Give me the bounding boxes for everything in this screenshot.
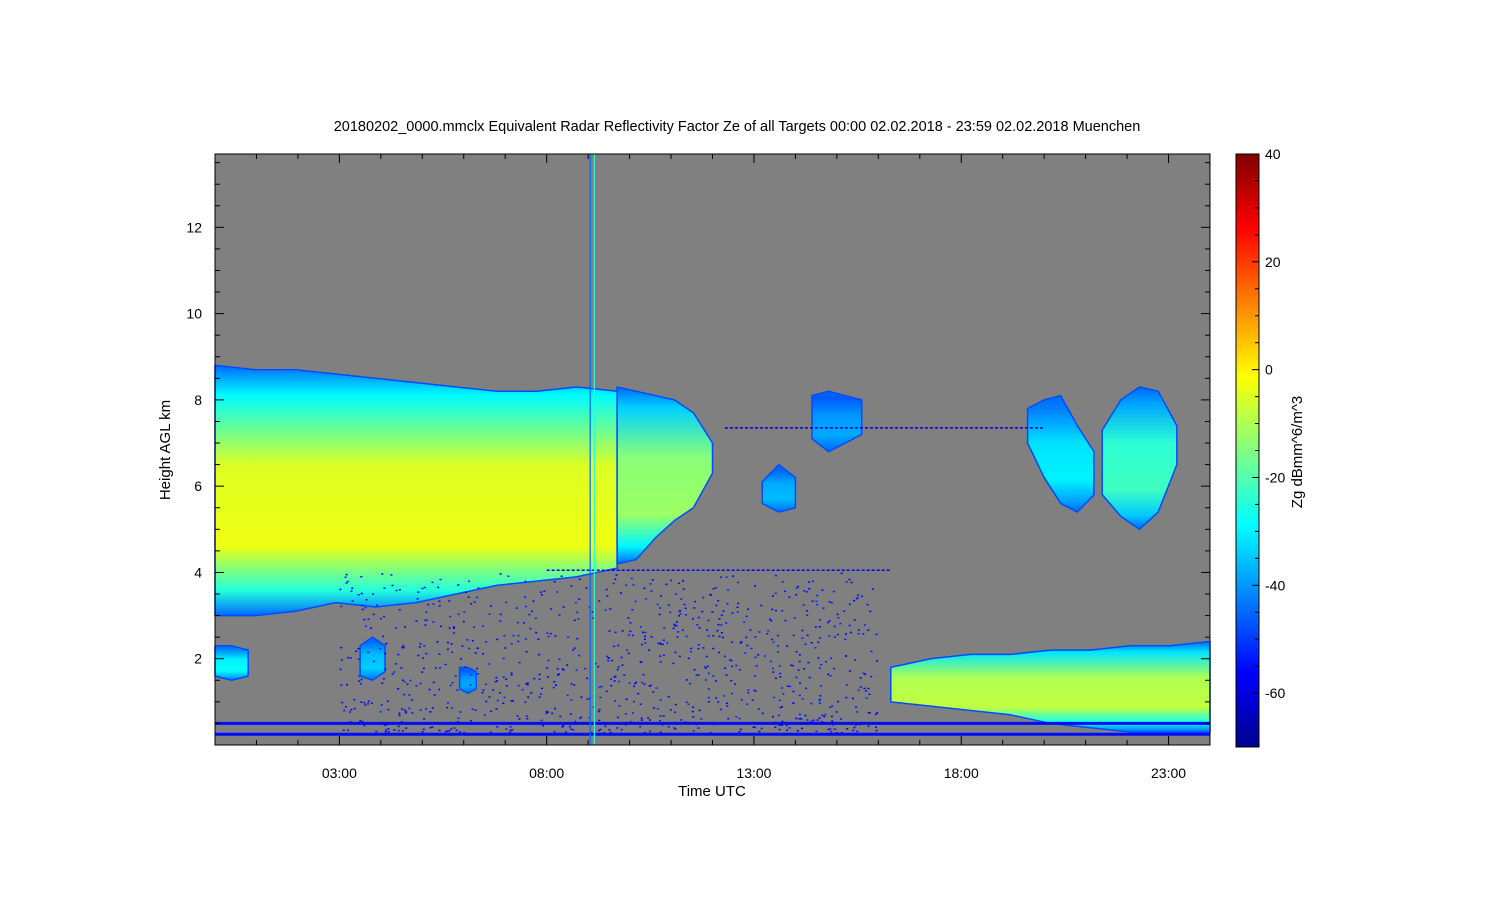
colorbar-tick-label: 40 xyxy=(1265,146,1281,162)
colorbar-tick-label: -40 xyxy=(1265,577,1285,593)
y-tick-label: 12 xyxy=(186,219,202,235)
y-tick-label: 10 xyxy=(186,306,202,322)
x-axis-label: Time UTC xyxy=(678,783,746,800)
echo-region xyxy=(214,645,249,682)
x-tick-label: 08:00 xyxy=(529,765,564,781)
echo-region xyxy=(458,666,477,694)
x-tick-label: 03:00 xyxy=(322,765,357,781)
echo-region xyxy=(359,636,386,682)
plot-area xyxy=(214,153,1211,746)
x-tick-label: 23:00 xyxy=(1151,765,1186,781)
y-tick-label: 4 xyxy=(194,564,202,580)
colorbar-tick-label: 20 xyxy=(1265,254,1281,270)
chart-title: 20180202_0000.mmclx Equivalent Radar Ref… xyxy=(334,119,1141,135)
echo-region xyxy=(214,364,618,617)
colorbar: 40 20 0 -20 -40 -60 Zg dBmm^6/m^3 xyxy=(1235,146,1306,748)
radar-chart: 20180202_0000.mmclx Equivalent Radar Ref… xyxy=(0,0,1500,900)
x-tick-label: 18:00 xyxy=(944,765,979,781)
colorbar-tick-label: -20 xyxy=(1265,469,1285,485)
chart-svg: 20180202_0000.mmclx Equivalent Radar Ref… xyxy=(157,119,1306,800)
colorbar-tick-label: 0 xyxy=(1265,362,1273,378)
y-axis-label: Height AGL km xyxy=(157,400,174,500)
y-tick-label: 8 xyxy=(194,392,202,408)
y-tick-label: 6 xyxy=(194,478,202,494)
colorbar-label: Zg dBmm^6/m^3 xyxy=(1289,396,1306,508)
y-tick-label: 2 xyxy=(194,651,202,667)
colorbar-tick-label: -60 xyxy=(1265,685,1285,701)
x-tick-label: 13:00 xyxy=(736,765,771,781)
